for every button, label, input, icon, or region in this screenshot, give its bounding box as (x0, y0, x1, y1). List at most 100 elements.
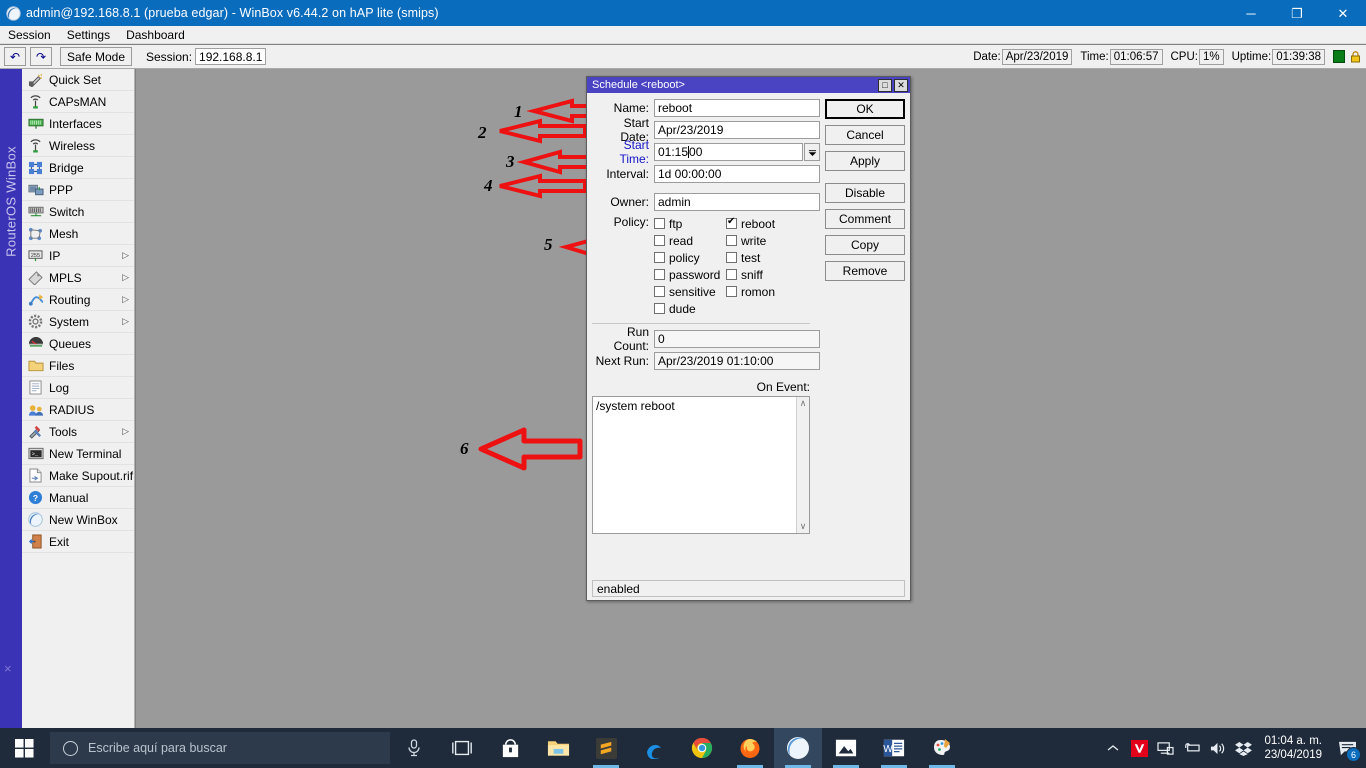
sidebar-item-capsman[interactable]: CAPsMAN (22, 91, 134, 113)
sidebar-item-switch[interactable]: Switch (22, 201, 134, 223)
start-time-spinner-icon[interactable] (804, 143, 820, 161)
redo-button[interactable]: ↷ (30, 47, 52, 66)
checkbox-write-box[interactable] (726, 235, 737, 246)
copy-button[interactable]: Copy (825, 235, 905, 255)
on-event-scrollbar[interactable]: ∧ ∨ (796, 397, 809, 533)
checkbox-sniff-box[interactable] (726, 269, 737, 280)
restore-button[interactable]: ❐ (1274, 0, 1320, 26)
start-time-input[interactable]: 01:1500 (654, 143, 803, 161)
sidebar-item-manual[interactable]: ?Manual (22, 487, 134, 509)
photos-icon[interactable] (822, 728, 870, 768)
checkbox-dude-box[interactable] (654, 303, 665, 314)
sidebar-item-radius[interactable]: RADIUS (22, 399, 134, 421)
sidebar-item-wireless[interactable]: Wireless (22, 135, 134, 157)
edge-icon[interactable] (630, 728, 678, 768)
scroll-up-icon[interactable]: ∧ (800, 397, 807, 410)
sidebar-item-new-terminal[interactable]: >_New Terminal (22, 443, 134, 465)
checkbox-ftp-box[interactable] (654, 218, 665, 229)
dialog-close-button[interactable]: ✕ (894, 79, 908, 92)
apply-button[interactable]: Apply (825, 151, 905, 171)
sidebar-item-make-supout-rif[interactable]: Make Supout.rif (22, 465, 134, 487)
dropbox-icon[interactable] (1230, 728, 1256, 768)
policy-checkbox-write[interactable]: write (726, 232, 798, 249)
owner-input[interactable]: admin (654, 193, 820, 211)
policy-checkbox-sniff[interactable]: sniff (726, 266, 798, 283)
cancel-button[interactable]: Cancel (825, 125, 905, 145)
sidebar-item-system[interactable]: System▷ (22, 311, 134, 333)
sublime-text-icon[interactable] (582, 728, 630, 768)
checkbox-password-box[interactable] (654, 269, 665, 280)
chrome-icon[interactable] (678, 728, 726, 768)
policy-checkbox-ftp[interactable]: ftp (654, 215, 726, 232)
policy-checkbox-dude[interactable]: dude (654, 300, 726, 317)
sidebar-item-mpls[interactable]: MPLS▷ (22, 267, 134, 289)
network-icon[interactable] (1152, 728, 1178, 768)
paint-icon[interactable] (918, 728, 966, 768)
sidebar-item-quick-set[interactable]: Quick Set (22, 69, 134, 91)
start-button[interactable] (0, 728, 48, 768)
sidebar-item-files[interactable]: Files (22, 355, 134, 377)
scroll-down-icon[interactable]: ∨ (800, 520, 807, 533)
firefox-icon[interactable] (726, 728, 774, 768)
name-input[interactable]: reboot (654, 99, 820, 117)
disable-button[interactable]: Disable (825, 183, 905, 203)
undo-button[interactable]: ↶ (4, 47, 26, 66)
minimize-button[interactable]: ─ (1228, 0, 1274, 26)
ok-button[interactable]: OK (825, 99, 905, 119)
session-value[interactable]: 192.168.8.1 (195, 48, 266, 65)
notification-center-button[interactable]: 6 (1330, 728, 1364, 768)
collapse-sidebar-icon[interactable]: × (4, 661, 12, 676)
checkbox-sensitive-box[interactable] (654, 286, 665, 297)
checkbox-romon-box[interactable] (726, 286, 737, 297)
taskbar-clock[interactable]: 01:04 a. m. 23/04/2019 (1256, 734, 1330, 762)
policy-checkbox-sensitive[interactable]: sensitive (654, 283, 726, 300)
sidebar-item-exit[interactable]: Exit (22, 531, 134, 553)
checkbox-test-box[interactable] (726, 252, 737, 263)
on-event-editor[interactable]: /system reboot ∧ ∨ (592, 396, 810, 534)
sidebar-item-ip[interactable]: 255IP▷ (22, 245, 134, 267)
sidebar-item-bridge[interactable]: Bridge (22, 157, 134, 179)
checkbox-policy-box[interactable] (654, 252, 665, 263)
close-button[interactable]: ✕ (1320, 0, 1366, 26)
policy-checkbox-reboot[interactable]: reboot (726, 215, 798, 232)
cortana-mic-icon[interactable] (390, 728, 438, 768)
avira-icon[interactable] (1126, 728, 1152, 768)
winbox-app-icon (0, 0, 26, 26)
microsoft-store-icon[interactable] (486, 728, 534, 768)
policy-checkbox-policy[interactable]: policy (654, 249, 726, 266)
menu-item-session[interactable]: Session (0, 26, 59, 44)
checkbox-read-box[interactable] (654, 235, 665, 246)
remove-button[interactable]: Remove (825, 261, 905, 281)
show-hidden-icons-icon[interactable] (1100, 728, 1126, 768)
safe-mode-button[interactable]: Safe Mode (60, 47, 132, 66)
sidebar-item-tools[interactable]: Tools▷ (22, 421, 134, 443)
task-view-icon[interactable] (438, 728, 486, 768)
winbox-icon[interactable] (774, 728, 822, 768)
policy-checkbox-password[interactable]: password (654, 266, 726, 283)
vpn-icon[interactable] (1178, 728, 1204, 768)
search-input[interactable]: Escribe aquí para buscar (50, 732, 390, 764)
word-icon[interactable]: W (870, 728, 918, 768)
sidebar-item-new-winbox[interactable]: New WinBox (22, 509, 134, 531)
start-date-input[interactable]: Apr/23/2019 (654, 121, 820, 139)
policy-label-sniff: sniff (741, 268, 763, 282)
sidebar-item-log[interactable]: Log (22, 377, 134, 399)
sidebar-item-routing[interactable]: Routing▷ (22, 289, 134, 311)
volume-icon[interactable] (1204, 728, 1230, 768)
comment-button[interactable]: Comment (825, 209, 905, 229)
menu-item-dashboard[interactable]: Dashboard (118, 26, 193, 44)
policy-checkbox-read[interactable]: read (654, 232, 726, 249)
sidebar-item-mesh[interactable]: Mesh (22, 223, 134, 245)
dialog-maximize-button[interactable]: □ (878, 79, 892, 92)
dialog-title-bar[interactable]: Schedule <reboot> □ ✕ (587, 77, 910, 93)
sidebar-item-queues[interactable]: Queues (22, 333, 134, 355)
menu-item-settings[interactable]: Settings (59, 26, 118, 44)
policy-checkbox-romon[interactable]: romon (726, 283, 798, 300)
dialog-title-text: Schedule <reboot> (592, 79, 685, 91)
checkbox-reboot-box[interactable] (726, 218, 737, 229)
file-explorer-icon[interactable] (534, 728, 582, 768)
interval-input[interactable]: 1d 00:00:00 (654, 165, 820, 183)
sidebar-item-ppp[interactable]: PPP (22, 179, 134, 201)
sidebar-item-interfaces[interactable]: Interfaces (22, 113, 134, 135)
policy-checkbox-test[interactable]: test (726, 249, 798, 266)
